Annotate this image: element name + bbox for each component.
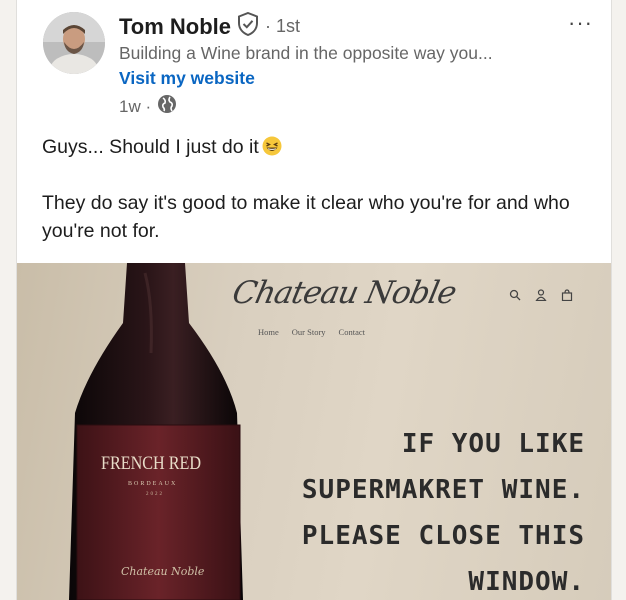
user-icon [535,289,547,301]
site-nav: Home Our Story Contact [258,327,365,337]
feed-post: Tom Noble · 1st Building a Wine brand in… [16,0,612,600]
search-icon [509,289,521,301]
bottle-label-signature: Chateau Noble [121,565,205,578]
image-headline-line-2: SUPERMAKRET WINE. [301,475,585,505]
post-line-2: They do say it's good to make it clear w… [42,192,570,242]
nav-our-story: Our Story [291,327,326,337]
more-options-icon[interactable]: ··· [568,10,593,36]
bottle-label-year: 2022 [146,492,164,497]
bottle-label-region: BORDEAUX [128,481,178,487]
image-headline-line-3: PLEASE CLOSE THIS [301,521,585,551]
author-name[interactable]: Tom Noble [119,14,231,40]
wine-bottle [69,263,243,600]
verified-icon [237,11,259,41]
post-meta: 1w · [119,94,177,119]
site-header-icons [509,289,573,301]
post-body: Guys... Should I just do it They do say … [42,133,602,273]
globe-icon [157,94,177,119]
nav-contact: Contact [338,327,365,337]
image-headline-line-4: WINDOW. [468,567,585,597]
author-headline: Building a Wine brand in the opposite wa… [119,43,493,63]
post-image[interactable]: FRENCH RED BORDEAUX 2022 Chateau Noble C… [17,263,611,600]
bottle-label-title: FRENCH RED [101,453,202,474]
visit-website-link[interactable]: Visit my website [119,68,255,89]
post-time: 1w · [119,96,152,116]
nav-home: Home [258,327,279,337]
image-headline-line-1: IF YOU LIKE [401,429,585,459]
author-name-row: Tom Noble · 1st [119,11,301,41]
connection-degree: · 1st [265,16,301,36]
author-avatar[interactable] [43,12,105,74]
brand-logo: Chateau Noble [229,275,459,311]
bag-icon [561,289,573,301]
post-line-1: Guys... Should I just do it [42,136,259,158]
grinning-squinting-emoji [259,136,282,158]
